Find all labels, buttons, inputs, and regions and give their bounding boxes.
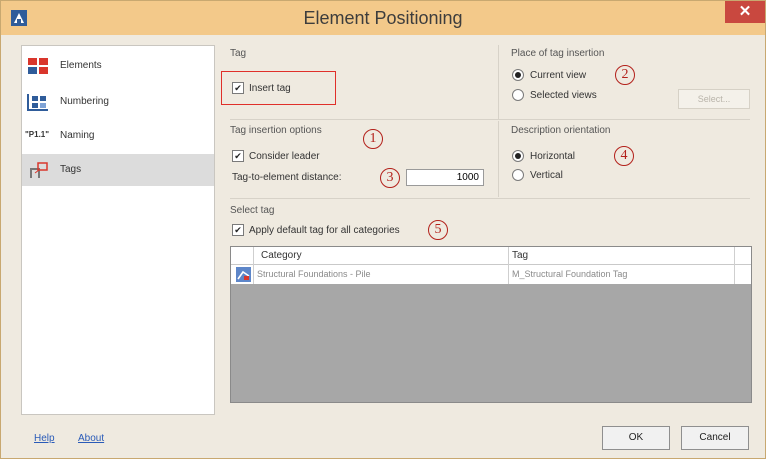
about-link[interactable]: About — [78, 433, 104, 444]
divider — [230, 198, 750, 199]
apply-default-label: Apply default tag for all categories — [249, 225, 400, 236]
current-view-label: Current view — [530, 70, 587, 81]
place-group-title: Place of tag insertion — [511, 48, 605, 59]
horizontal-label: Horizontal — [530, 151, 576, 162]
table-row[interactable]: Structural Foundations - Pile M_Structur… — [231, 265, 751, 284]
column-header-tag[interactable]: Tag — [512, 250, 528, 261]
consider-leader-label: Consider leader — [249, 151, 320, 162]
window-title: Element Positioning — [303, 8, 463, 28]
insert-tag-label: Insert tag — [249, 83, 291, 94]
column-divider — [734, 247, 735, 284]
sidebar-label-naming: Naming — [60, 130, 95, 141]
cancel-button[interactable]: Cancel — [681, 426, 749, 450]
vertical-radio[interactable] — [512, 169, 524, 181]
tag-group-title: Tag — [230, 48, 247, 59]
row-tag[interactable]: M_Structural Foundation Tag — [512, 269, 627, 279]
distance-input[interactable] — [406, 169, 484, 186]
sidebar-label-numbering: Numbering — [60, 96, 109, 107]
insert-tag-checkbox[interactable]: ✔ — [232, 82, 244, 94]
divider — [498, 121, 499, 197]
naming-icon: "P1.1" — [25, 130, 50, 139]
annotation-marker-2: 2 — [615, 65, 635, 85]
numbering-icon — [27, 94, 48, 111]
selected-views-radio[interactable] — [512, 89, 524, 101]
sidebar-item-naming[interactable]: "P1.1" Naming — [22, 120, 214, 152]
column-divider — [253, 247, 254, 284]
orientation-group-title: Description orientation — [511, 125, 611, 136]
current-view-radio[interactable] — [512, 69, 524, 81]
ok-button[interactable]: OK — [602, 426, 670, 450]
distance-label: Tag-to-element distance: — [232, 172, 342, 183]
divider — [230, 119, 750, 120]
select-tag-group-title: Select tag — [230, 205, 275, 216]
row-category: Structural Foundations - Pile — [257, 269, 371, 279]
title-bar[interactable]: Element Positioning ✕ — [1, 1, 765, 35]
close-button[interactable]: ✕ — [725, 1, 765, 23]
options-group-title: Tag insertion options — [230, 125, 322, 136]
sidebar-item-numbering[interactable]: Numbering — [22, 86, 214, 118]
divider — [498, 45, 499, 119]
elements-icon — [28, 58, 48, 74]
tags-icon — [30, 162, 48, 178]
help-link[interactable]: Help — [34, 433, 55, 444]
annotation-marker-1: 1 — [363, 129, 383, 149]
table-header: Category Tag — [231, 247, 751, 265]
vertical-label: Vertical — [530, 170, 563, 181]
tag-table: Category Tag Structural Foundations - Pi… — [230, 246, 752, 403]
column-header-category[interactable]: Category — [261, 250, 302, 261]
consider-leader-checkbox[interactable]: ✔ — [232, 150, 244, 162]
structural-foundation-icon — [236, 267, 251, 282]
dialog-window: Element Positioning ✕ Elements Numbering — [0, 0, 766, 459]
sidebar-nav: Elements Numbering "P1.1" Naming Tags — [21, 45, 215, 415]
selected-views-label: Selected views — [530, 90, 597, 101]
select-views-button[interactable]: Select... — [678, 89, 750, 109]
annotation-marker-4: 4 — [614, 146, 634, 166]
annotation-marker-3: 3 — [380, 168, 400, 188]
column-divider — [508, 247, 509, 284]
sidebar-item-elements[interactable]: Elements — [22, 50, 214, 82]
sidebar-label-tags: Tags — [60, 164, 82, 175]
horizontal-radio[interactable] — [512, 150, 524, 162]
apply-default-checkbox[interactable]: ✔ — [232, 224, 244, 236]
sidebar-item-tags[interactable]: Tags — [22, 154, 214, 186]
annotation-marker-5: 5 — [428, 220, 448, 240]
sidebar-label-elements: Elements — [60, 60, 102, 71]
